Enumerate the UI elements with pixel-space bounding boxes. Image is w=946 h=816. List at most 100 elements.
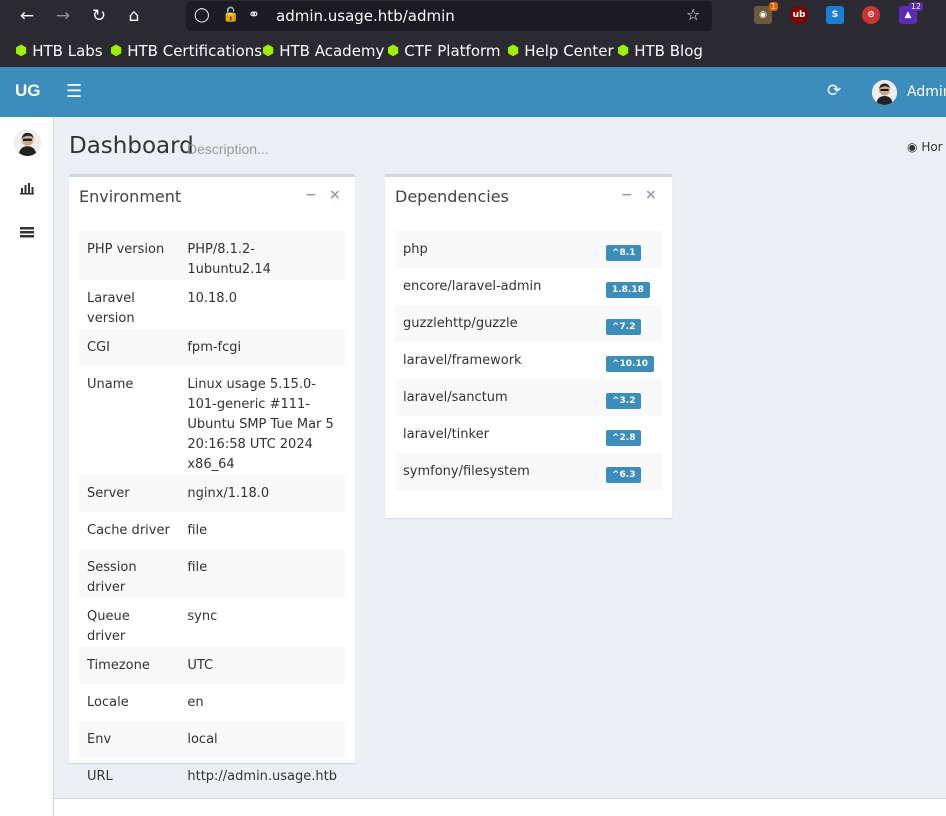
table-row: CGI fpm-fcgi [79, 329, 345, 366]
star-icon[interactable]: ☆ [686, 5, 700, 24]
forward-icon[interactable]: → [49, 2, 77, 30]
dependency-name: php [395, 231, 598, 268]
dependency-version-cell: 1.8.18 [598, 268, 662, 305]
extension-purple-icon[interactable]: ▲ 12 [899, 2, 923, 24]
bookmark-label: Help Center [524, 42, 614, 60]
box-title: Dependencies [395, 187, 509, 206]
env-key: PHP version [79, 231, 180, 280]
dependency-name: laravel/sanctum [395, 379, 598, 416]
reload-icon[interactable]: ↻ [85, 2, 113, 30]
table-row: php ^8.1 [395, 231, 662, 268]
env-value: fpm-fcgi [179, 329, 345, 366]
table-row: laravel/sanctum ^3.2 [395, 379, 662, 416]
cube-icon: ⬢ [262, 43, 275, 59]
insecure-lock-icon[interactable]: 🔓 [222, 7, 239, 23]
bookmark-label: HTB Certifications [127, 42, 263, 60]
table-row: PHP version PHP/8.1.2-1ubuntu2.14 [79, 231, 345, 280]
bookmark-htb-certifications[interactable]: ⬢ HTB Certifications [110, 41, 262, 61]
bar-chart-icon[interactable] [19, 181, 35, 199]
env-value: UTC [179, 647, 345, 684]
env-value: file [179, 549, 345, 598]
env-key: Timezone [79, 647, 180, 684]
cube-icon: ⬢ [617, 43, 630, 59]
user-avatar[interactable] [872, 80, 897, 105]
key-icon[interactable]: ⚭ [248, 7, 260, 23]
env-key: Env [79, 721, 180, 758]
close-icon[interactable]: × [645, 187, 657, 203]
dependencies-box: Dependencies − × php ^8.1 encore/laravel-a… [385, 174, 672, 518]
refresh-icon[interactable]: ⟳ [827, 81, 841, 101]
env-key: Laravel version [87, 291, 135, 326]
close-icon[interactable]: × [329, 187, 341, 203]
url-text[interactable]: admin.usage.htb/admin [276, 7, 455, 25]
back-icon[interactable]: ← [13, 2, 41, 30]
env-value: en [187, 695, 204, 710]
user-name[interactable]: Admin [907, 84, 946, 100]
dependency-name: laravel/framework [403, 353, 522, 368]
dependency-version-cell: ^2.8 [598, 416, 662, 453]
env-key: URL [87, 769, 113, 784]
bookmark-label: CTF Platform [404, 42, 501, 60]
version-label: ^3.2 [605, 393, 642, 409]
dependency-version-cell: ^8.1 [597, 231, 662, 268]
bookmark-htb-labs[interactable]: ⬢ HTB Labs [15, 41, 103, 61]
table-row: Locale en [79, 684, 345, 721]
version-label: ^8.1 [605, 245, 642, 261]
url-bar[interactable]: ◯ 🔓 ⚭ admin.usage.htb/admin ☆ [186, 1, 712, 31]
extension-blocker-icon[interactable]: ⊖ [862, 6, 880, 24]
table-row: URL http://admin.usage.htb [79, 758, 345, 795]
dependency-name: encore/laravel-admin [403, 279, 542, 294]
extension-foxyproxy-icon[interactable]: ◉ 1 [754, 2, 778, 24]
breadcrumb[interactable]: ◉ Hor [907, 140, 943, 154]
cube-icon: ⬢ [110, 43, 123, 59]
environment-table: PHP version PHP/8.1.2-1ubuntu2.14 Laravel … [79, 231, 345, 795]
version-label: ^10.10 [605, 356, 654, 372]
cube-icon: ⬢ [387, 43, 400, 59]
list-icon[interactable] [19, 225, 35, 243]
menu-toggle-icon[interactable]: ☰ [66, 81, 82, 102]
extension-badge: 1 [768, 2, 778, 11]
table-row: Timezone UTC [79, 647, 345, 684]
version-label: ^7.2 [605, 319, 642, 335]
top-navbar: UG ☰ ⟳ Admin [0, 67, 946, 117]
collapse-icon[interactable]: − [305, 187, 317, 203]
home-icon[interactable]: ⌂ [120, 2, 148, 30]
bookmark-htb-academy[interactable]: ⬢ HTB Academy [262, 41, 384, 61]
page-description: Description... [187, 141, 269, 157]
table-row: laravel/tinker ^2.8 [395, 416, 662, 453]
page-title: Dashboard [69, 133, 194, 159]
cube-icon: ⬢ [507, 43, 520, 59]
bookmark-label: HTB Blog [634, 42, 703, 60]
env-key: Session driver [79, 549, 180, 598]
table-row: Queue driver sync [79, 598, 345, 647]
env-key: Server [79, 475, 180, 512]
table-row: Cache driver file [79, 512, 345, 549]
table-row: Session driver file [79, 549, 345, 598]
collapse-icon[interactable]: − [621, 187, 633, 203]
env-key: Uname [87, 377, 134, 392]
bookmark-ctf-platform[interactable]: ⬢ CTF Platform [387, 41, 501, 61]
env-value: local [179, 721, 345, 758]
browser-toolbar: ← → ↻ ⌂ ◯ 🔓 ⚭ admin.usage.htb/admin ☆ ◉ 1… [0, 0, 946, 67]
table-row: guzzlehttp/guzzle ^7.2 [395, 305, 662, 342]
shield-icon[interactable]: ◯ [194, 7, 210, 23]
environment-box: Environment − × PHP version PHP/8.1.2-1ub… [69, 174, 355, 784]
dashboard-icon: ◉ [907, 140, 918, 154]
bookmark-help-center[interactable]: ⬢ Help Center [507, 41, 614, 61]
table-row: encore/laravel-admin 1.8.18 [395, 268, 662, 305]
env-key: CGI [79, 329, 180, 366]
version-label: ^6.3 [605, 467, 642, 483]
table-row: symfony/filesystem ^6.3 [395, 453, 662, 490]
env-value: http://admin.usage.htb [187, 769, 337, 784]
footer [54, 798, 946, 816]
extension-ublock-icon[interactable]: ub [790, 6, 808, 24]
breadcrumb-home[interactable]: Hor [921, 140, 942, 154]
extension-s-icon[interactable]: S [826, 6, 844, 24]
sidebar-avatar [14, 129, 41, 156]
app-logo[interactable]: UG [15, 81, 41, 101]
dependency-name: guzzlehttp/guzzle [395, 305, 598, 342]
dependency-version-cell: ^6.3 [597, 453, 662, 490]
dependency-name: symfony/filesystem [395, 453, 598, 490]
dependency-name: laravel/tinker [403, 427, 489, 442]
bookmark-htb-blog[interactable]: ⬢ HTB Blog [617, 41, 703, 61]
